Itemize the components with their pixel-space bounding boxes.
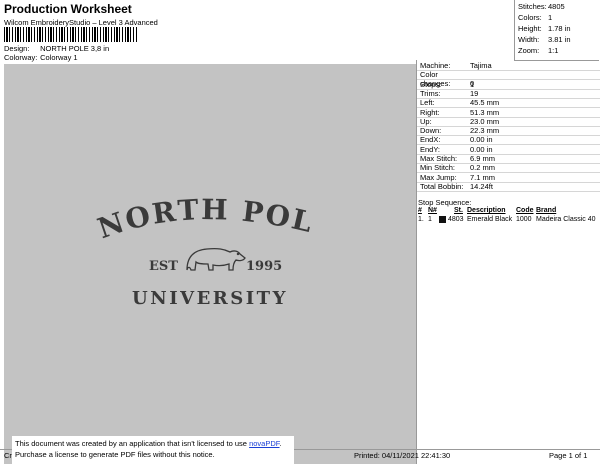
property-value: 7.1 mm bbox=[470, 172, 496, 182]
property-value: 19 bbox=[470, 88, 479, 98]
property-label: Min Stitch: bbox=[420, 163, 456, 173]
property-label: Down: bbox=[420, 126, 442, 136]
design-preview: NORTH POLE EST 1995 UNIVERSITY bbox=[0, 38, 416, 464]
property-label: EndX: bbox=[420, 135, 441, 145]
property-label: Max Stitch: bbox=[420, 154, 458, 163]
row-st: 4803 bbox=[448, 216, 464, 223]
property-label: Stops: bbox=[420, 79, 442, 89]
notice-period: . bbox=[279, 439, 282, 448]
row-brand: Madeira Classic 40 bbox=[536, 216, 596, 223]
colorway-label: Colorway: bbox=[4, 53, 38, 62]
col-code: Code bbox=[516, 207, 534, 214]
zoom-label: Zoom: bbox=[518, 46, 540, 55]
property-row: Max Stitch: 6.9 mm bbox=[420, 154, 495, 163]
property-value: 1 bbox=[470, 79, 475, 89]
property-label: Max Jump: bbox=[420, 172, 457, 182]
property-row: EndX: 0.00 in bbox=[420, 135, 493, 144]
property-value: 6.9 mm bbox=[470, 154, 496, 163]
notice-line-2: Purchase a license to generate PDF files… bbox=[15, 450, 215, 459]
property-value: 0.00 in bbox=[470, 144, 493, 154]
footer-left: Cr bbox=[4, 451, 12, 460]
design-text-north-pole: NORTH POLE bbox=[4, 64, 317, 245]
property-row: Right: 51.3 mm bbox=[420, 108, 499, 117]
property-row: Up: 23.0 mm bbox=[420, 117, 499, 126]
property-label: Machine: bbox=[420, 61, 451, 70]
property-value: 45.5 mm bbox=[470, 98, 500, 108]
property-label: Trims: bbox=[420, 88, 441, 98]
width-value: 3.81 in bbox=[548, 35, 571, 44]
stitches-value: 4805 bbox=[548, 2, 565, 11]
property-label: Total Bobbin: bbox=[420, 181, 464, 191]
property-value: Tajima bbox=[470, 61, 492, 70]
software-subtitle: Wilcom EmbroideryStudio – Level 3 Advanc… bbox=[4, 18, 158, 27]
height-row: Height: 1.78 in bbox=[518, 24, 571, 33]
row-divider bbox=[417, 190, 600, 192]
property-value: 0.2 mm bbox=[470, 163, 496, 173]
novapdf-link[interactable]: novaPDF bbox=[249, 439, 279, 448]
stitches-label: Stitches: bbox=[518, 2, 547, 11]
design-value: NORTH POLE 3,8 in bbox=[40, 44, 110, 53]
property-row: Down: 22.3 mm bbox=[420, 126, 499, 135]
row-code: 1000 bbox=[516, 216, 532, 223]
properties-panel: Machine: Tajima Color changes: 0 Stops: 1 Trim… bbox=[416, 60, 600, 464]
notice-line-1: This document was created by an applicat… bbox=[15, 438, 291, 449]
stitches-row: Stitches:4805 bbox=[518, 2, 565, 11]
summary-box: Stitches:4805 Colors: 1 Height: 1.78 in Wi… bbox=[514, 0, 599, 61]
zoom-value: 1:1 bbox=[548, 46, 559, 55]
stop-sequence-label: Stop Sequence: bbox=[418, 198, 472, 207]
printed-timestamp: Printed: 04/11/2021 22:41:30 bbox=[354, 451, 451, 460]
design-text-est: EST bbox=[149, 259, 178, 274]
col-brand: Brand bbox=[536, 207, 557, 214]
design-text-university: UNIVERSITY bbox=[132, 288, 288, 309]
property-label: Up: bbox=[420, 116, 432, 126]
arched-text: NORTH POLE bbox=[0, 38, 315, 245]
colorway-value: Colorway 1 bbox=[40, 53, 78, 62]
width-label: Width: bbox=[518, 35, 540, 44]
property-value: 23.0 mm bbox=[470, 116, 500, 126]
colors-row: Colors: 1 bbox=[518, 13, 552, 22]
property-row: Left: 45.5 mm bbox=[420, 98, 499, 107]
property-row: Min Stitch: 0.2 mm bbox=[420, 163, 495, 172]
design-text-year: 1995 bbox=[246, 259, 282, 274]
property-row: Total Bobbin: 14.24ft bbox=[420, 182, 493, 191]
design-label: Design: bbox=[4, 44, 30, 53]
colors-value: 1 bbox=[548, 13, 553, 22]
page-title: Production Worksheet bbox=[4, 2, 132, 16]
property-value: 22.3 mm bbox=[470, 126, 500, 136]
property-label: Right: bbox=[420, 107, 440, 117]
height-label: Height: bbox=[518, 24, 542, 33]
height-value: 1.78 in bbox=[548, 24, 571, 33]
property-row: EndY: 0.00 in bbox=[420, 145, 493, 154]
row-description: Emerald Black bbox=[467, 216, 513, 223]
design-meta: Design: NORTH POLE 3,8 in bbox=[4, 44, 109, 53]
property-row: Stops: 1 bbox=[420, 80, 474, 89]
notice-text: This document was created by an applicat… bbox=[15, 439, 250, 448]
property-value: 14.24ft bbox=[470, 181, 493, 191]
property-row: Max Jump: 7.1 mm bbox=[420, 173, 495, 182]
embroidery-artwork: NORTH POLE EST 1995 UNIVERSITY bbox=[0, 38, 317, 309]
page-number: Page 1 of 1 bbox=[549, 451, 588, 460]
barcode bbox=[4, 27, 138, 42]
property-value: 0.00 in bbox=[470, 135, 493, 145]
property-value: 51.3 mm bbox=[470, 107, 500, 117]
row-hash: 1. bbox=[418, 216, 424, 223]
colorway-meta: Colorway: Colorway 1 bbox=[4, 53, 78, 62]
row-n: 1 bbox=[428, 216, 432, 223]
col-description: Description bbox=[467, 207, 506, 214]
col-st: St. bbox=[454, 207, 463, 214]
col-n: N# bbox=[428, 207, 437, 214]
property-label: Left: bbox=[420, 98, 435, 108]
property-row: Machine: Tajima bbox=[420, 61, 492, 70]
width-row: Width: 3.81 in bbox=[518, 35, 571, 44]
colors-label: Colors: bbox=[518, 13, 542, 22]
color-swatch bbox=[439, 216, 446, 225]
polar-bear-icon bbox=[186, 247, 246, 271]
property-label: EndY: bbox=[420, 144, 441, 154]
zoom-row: Zoom: 1:1 bbox=[518, 46, 558, 55]
property-row: Trims: 19 bbox=[420, 89, 478, 98]
license-notice: This document was created by an applicat… bbox=[12, 436, 294, 464]
col-hash: # bbox=[418, 207, 422, 214]
